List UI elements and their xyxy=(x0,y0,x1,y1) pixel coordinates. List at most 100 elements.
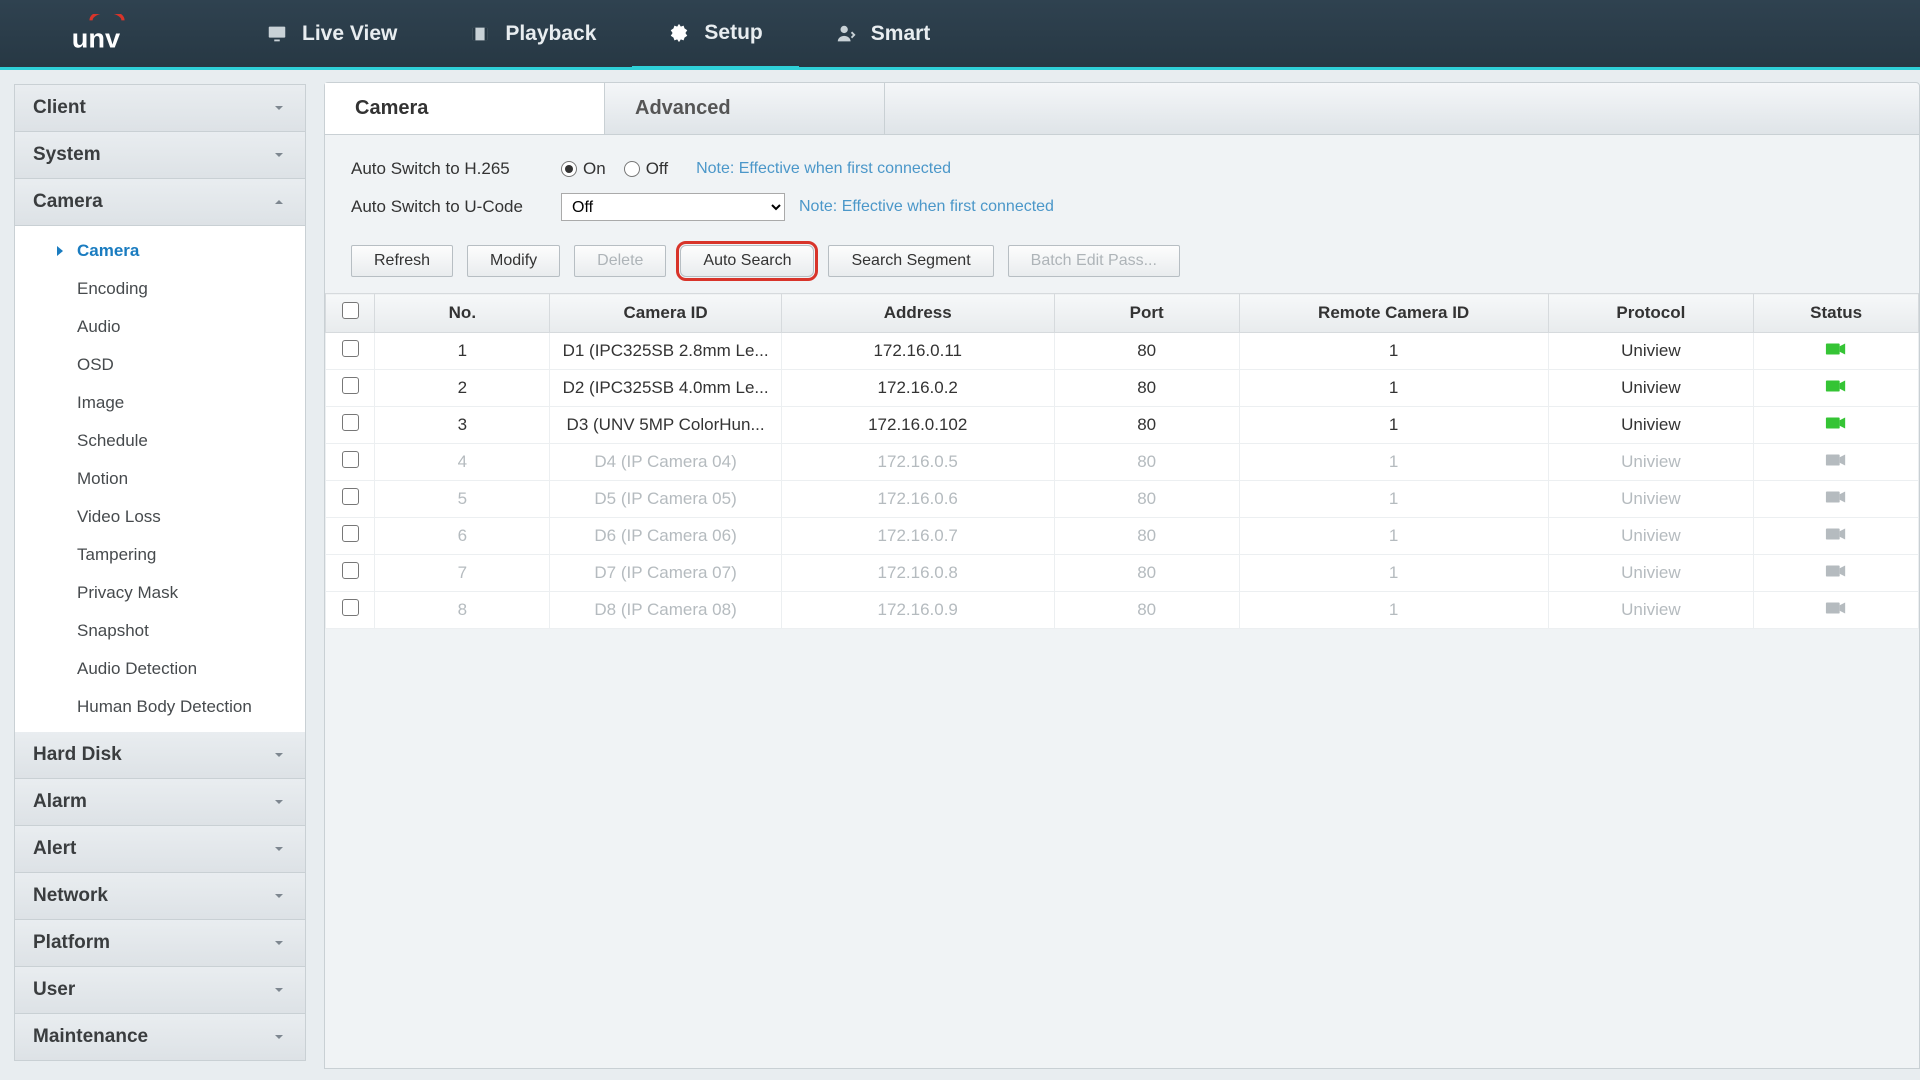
cell-address: 172.16.0.6 xyxy=(781,481,1054,518)
row-checkbox[interactable] xyxy=(342,562,359,579)
sidebar-item-image[interactable]: Image xyxy=(15,384,305,422)
setting-ucode: Auto Switch to U-Code Off Note: Effectiv… xyxy=(325,193,1919,221)
nav-live-view[interactable]: Live View xyxy=(230,0,433,67)
sidebar-item-privacymask[interactable]: Privacy Mask xyxy=(15,574,305,612)
chevron-down-icon xyxy=(271,100,287,116)
sidebar-section-harddisk[interactable]: Hard Disk xyxy=(15,732,305,779)
tab-label: Advanced xyxy=(635,97,731,119)
row-checkbox[interactable] xyxy=(342,451,359,468)
sidebar-item-motion[interactable]: Motion xyxy=(15,460,305,498)
monitor-icon xyxy=(266,23,288,45)
chevron-down-icon xyxy=(271,147,287,163)
delete-button[interactable]: Delete xyxy=(574,245,666,277)
col-header-protocol: Protocol xyxy=(1548,294,1754,333)
refresh-button[interactable]: Refresh xyxy=(351,245,453,277)
sidebar-item-audio[interactable]: Audio xyxy=(15,308,305,346)
batch-edit-password-button[interactable]: Batch Edit Pass... xyxy=(1008,245,1180,277)
tab-camera[interactable]: Camera xyxy=(325,83,605,134)
cell-status xyxy=(1754,592,1919,629)
table-row[interactable]: 6D6 (IP Camera 06)172.16.0.7801Uniview xyxy=(326,518,1919,555)
nav-label: Live View xyxy=(302,22,397,46)
cell-camera-id: D5 (IP Camera 05) xyxy=(550,481,782,518)
cell-remote-camera-id: 1 xyxy=(1239,518,1548,555)
cell-no: 8 xyxy=(375,592,550,629)
gear-icon xyxy=(668,22,690,44)
sidebar-item-audiodetection[interactable]: Audio Detection xyxy=(15,650,305,688)
sidebar-item-snapshot[interactable]: Snapshot xyxy=(15,612,305,650)
chevron-up-icon xyxy=(271,194,287,210)
table-row[interactable]: 2D2 (IPC325SB 4.0mm Le...172.16.0.2801Un… xyxy=(326,370,1919,407)
table-row[interactable]: 3D3 (UNV 5MP ColorHun...172.16.0.102801U… xyxy=(326,407,1919,444)
sidebar-section-alert[interactable]: Alert xyxy=(15,826,305,873)
sidebar-item-tampering[interactable]: Tampering xyxy=(15,536,305,574)
cell-address: 172.16.0.11 xyxy=(781,333,1054,370)
cell-status xyxy=(1754,481,1919,518)
cell-protocol: Uniview xyxy=(1548,444,1754,481)
radio-label: On xyxy=(583,159,606,179)
chevron-down-icon xyxy=(271,888,287,904)
tab-advanced[interactable]: Advanced xyxy=(605,83,885,134)
sidebar-item-schedule[interactable]: Schedule xyxy=(15,422,305,460)
checkbox-select-all[interactable] xyxy=(342,302,359,319)
setting-h265: Auto Switch to H.265 On Off Note: Effect… xyxy=(325,159,1919,179)
table-row[interactable]: 7D7 (IP Camera 07)172.16.0.8801Uniview xyxy=(326,555,1919,592)
sidebar-section-system[interactable]: System xyxy=(15,132,305,179)
camera-status-icon xyxy=(1825,341,1847,362)
chevron-down-icon xyxy=(271,794,287,810)
h265-radio-group: On Off xyxy=(561,159,668,179)
sidebar-item-osd[interactable]: OSD xyxy=(15,346,305,384)
nav-smart[interactable]: Smart xyxy=(799,0,967,67)
cell-port: 80 xyxy=(1054,481,1239,518)
modify-button[interactable]: Modify xyxy=(467,245,560,277)
sidebar-section-platform[interactable]: Platform xyxy=(15,920,305,967)
table-row[interactable]: 5D5 (IP Camera 05)172.16.0.6801Uniview xyxy=(326,481,1919,518)
sidebar-section-client[interactable]: Client xyxy=(15,85,305,132)
row-checkbox[interactable] xyxy=(342,525,359,542)
ucode-select[interactable]: Off xyxy=(561,193,785,221)
sidebar-item-videoloss[interactable]: Video Loss xyxy=(15,498,305,536)
row-checkbox[interactable] xyxy=(342,340,359,357)
cell-address: 172.16.0.2 xyxy=(781,370,1054,407)
row-checkbox[interactable] xyxy=(342,488,359,505)
row-checkbox[interactable] xyxy=(342,414,359,431)
main: Camera Advanced Auto Switch to H.265 On … xyxy=(320,70,1920,1080)
table-row[interactable]: 8D8 (IP Camera 08)172.16.0.9801Uniview xyxy=(326,592,1919,629)
cell-camera-id: D2 (IPC325SB 4.0mm Le... xyxy=(550,370,782,407)
table-row[interactable]: 4D4 (IP Camera 04)172.16.0.5801Uniview xyxy=(326,444,1919,481)
col-header-status: Status xyxy=(1754,294,1919,333)
sidebar-section-alarm[interactable]: Alarm xyxy=(15,779,305,826)
sidebar-section-network[interactable]: Network xyxy=(15,873,305,920)
cell-port: 80 xyxy=(1054,407,1239,444)
col-header-remote-camera-id: Remote Camera ID xyxy=(1239,294,1548,333)
table-row[interactable]: 1D1 (IPC325SB 2.8mm Le...172.16.0.11801U… xyxy=(326,333,1919,370)
h265-radio-on[interactable]: On xyxy=(561,159,606,179)
sidebar-item-encoding[interactable]: Encoding xyxy=(15,270,305,308)
cell-port: 80 xyxy=(1054,333,1239,370)
person-icon xyxy=(835,23,857,45)
sidebar-section-camera[interactable]: Camera xyxy=(15,179,305,226)
cell-remote-camera-id: 1 xyxy=(1239,407,1548,444)
cell-remote-camera-id: 1 xyxy=(1239,555,1548,592)
cell-protocol: Uniview xyxy=(1548,370,1754,407)
nav-setup[interactable]: Setup xyxy=(632,0,798,70)
auto-search-button[interactable]: Auto Search xyxy=(680,245,814,277)
setting-note: Note: Effective when first connected xyxy=(696,160,951,178)
brand-logo: unv xyxy=(0,14,230,54)
sidebar-item-camera[interactable]: Camera xyxy=(15,232,305,270)
chevron-down-icon xyxy=(271,747,287,763)
section-label: Hard Disk xyxy=(33,744,122,766)
sidebar-section-user[interactable]: User xyxy=(15,967,305,1014)
cell-no: 4 xyxy=(375,444,550,481)
row-checkbox[interactable] xyxy=(342,377,359,394)
nav-playback[interactable]: Playback xyxy=(433,0,632,67)
search-segment-button[interactable]: Search Segment xyxy=(828,245,993,277)
h265-radio-off[interactable]: Off xyxy=(624,159,668,179)
section-label: Camera xyxy=(33,191,103,213)
sidebar-section-maintenance[interactable]: Maintenance xyxy=(15,1014,305,1060)
section-label: Alert xyxy=(33,838,76,860)
camera-status-icon xyxy=(1825,415,1847,436)
cell-status xyxy=(1754,444,1919,481)
section-label: System xyxy=(33,144,101,166)
row-checkbox[interactable] xyxy=(342,599,359,616)
sidebar-item-humanbody[interactable]: Human Body Detection xyxy=(15,688,305,726)
